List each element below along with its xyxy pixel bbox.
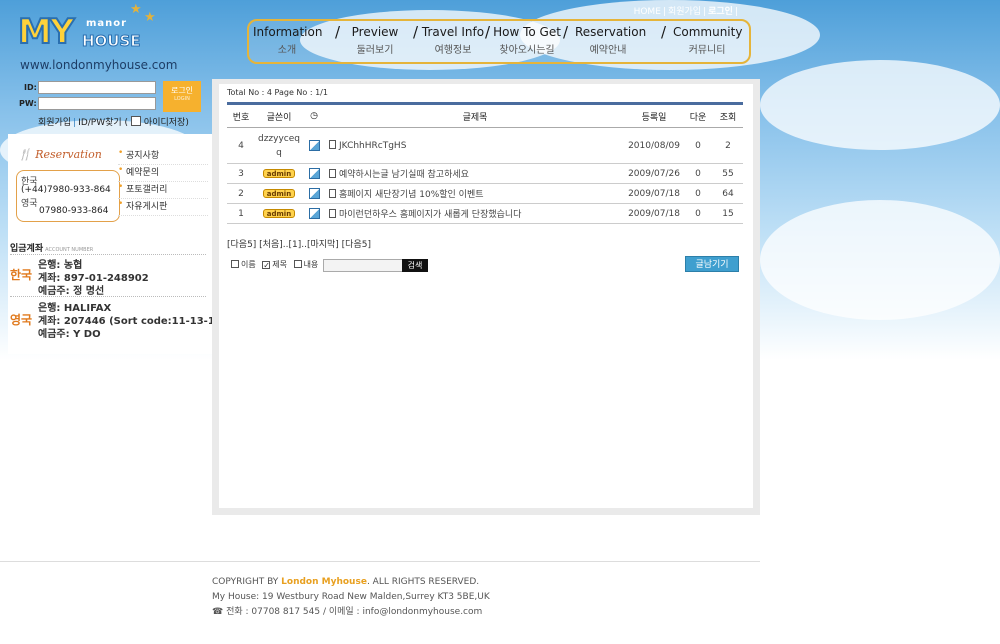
sidebar-item-freeboard[interactable]: 자유게시판	[118, 199, 208, 216]
join-link[interactable]: 회원가입	[38, 118, 71, 128]
bank-title: 입금계좌 ACCOUNT NUMBER	[10, 244, 94, 254]
login-top-link[interactable]: 로그인	[708, 7, 733, 17]
site-url: www.londonmyhouse.com	[20, 58, 178, 72]
nav-divider: /	[485, 23, 491, 41]
search-button[interactable]: 검색	[402, 259, 428, 272]
home-link[interactable]: HOME	[634, 7, 661, 17]
login-box: ID: PW: 로그인 LOGIN 회원가입 | ID/PW찾기 ( 아이디저장)	[8, 80, 208, 132]
document-icon	[329, 189, 336, 198]
nav-preview[interactable]: Preview 둘러보기	[345, 25, 405, 56]
nav-reservation[interactable]: Reservation 예약안내	[575, 25, 646, 56]
account-holder: 예금주: 정 명선	[38, 286, 105, 297]
document-icon	[329, 140, 336, 149]
col-file: ◷	[303, 103, 325, 128]
post-title[interactable]: 마이런던하우스 홈페이지가 새롭게 단장했습니다	[339, 210, 521, 220]
nav-divider: /	[661, 23, 667, 41]
admin-badge[interactable]: admin	[262, 168, 296, 178]
star-icon: ★	[144, 10, 156, 25]
post-title[interactable]: JKChhHRcTgHS	[339, 141, 406, 151]
nav-divider: /	[335, 23, 341, 41]
document-icon	[329, 209, 336, 218]
nav-divider: /	[413, 23, 419, 41]
reservation-icon: 🍴	[18, 148, 32, 161]
find-idpw-link[interactable]: ID/PW찾기	[78, 118, 122, 128]
copyright: COPYRIGHT BY London Myhouse. ALL RIGHTS …	[212, 577, 480, 587]
table-row[interactable]: 1 admin 마이런던하우스 홈페이지가 새롭게 단장했습니다 2009/07…	[227, 203, 743, 224]
writer-name[interactable]: dzzyyceqq	[255, 127, 303, 164]
divider	[10, 296, 206, 297]
account-country: 영국	[10, 313, 33, 327]
uk-phone: 07980-933-864	[39, 206, 109, 216]
table-header: 번호 글쓴이 ◷ 글제목 등록일 다운 조회	[227, 103, 743, 128]
id-input[interactable]	[38, 81, 156, 94]
search-options: 이름 ✓ 제목 내용	[231, 259, 318, 270]
korea-phone: (+44)7980-933-864	[21, 185, 111, 195]
sidebar-menu: 공지사항 예약문의 포토갤러리 자유게시판	[118, 148, 208, 216]
write-post-button[interactable]: 글남기기	[685, 256, 739, 272]
reservation-contact-box: 한국 (+44)7980-933-864 영국 07980-933-864	[16, 170, 120, 222]
table-row[interactable]: 3 admin 예약하시는글 남기실때 참고하세요 2009/07/26 0 5…	[227, 163, 743, 184]
search-name-checkbox[interactable]	[231, 260, 239, 268]
clock-icon: ◷	[310, 111, 318, 121]
reservation-title: 🍴 Reservation	[18, 148, 102, 161]
sidebar-item-notice[interactable]: 공지사항	[118, 148, 208, 165]
site-logo[interactable]: MY manor HOUSE ★ ★	[17, 2, 168, 62]
table-row[interactable]: 4 dzzyyceqq JKChhHRcTgHS 2010/08/09 0 2	[227, 127, 743, 164]
col-subject: 글제목	[325, 103, 625, 128]
search-subject-checkbox[interactable]: ✓	[262, 261, 271, 270]
sidebar-item-gallery[interactable]: 포토갤러리	[118, 182, 208, 199]
post-title[interactable]: 예약하시는글 남기실때 참고하세요	[339, 170, 469, 180]
login-links: 회원가입 | ID/PW찾기 ( 아이디저장)	[38, 116, 189, 128]
nav-information[interactable]: Information 소개	[253, 25, 322, 56]
file-icon[interactable]	[308, 187, 320, 199]
account-country: 한국	[10, 268, 33, 282]
uk-label: 영국	[21, 199, 38, 209]
address: My House: 19 Westbury Road New Malden,Su…	[212, 592, 490, 602]
top-links: HOME | 회원가입 | 로그인 |	[633, 7, 738, 17]
col-views: 조회	[713, 103, 743, 128]
file-icon[interactable]	[308, 167, 320, 179]
board-panel: Total No : 4 Page No : 1/1 번호 글쓴이 ◷ 글제목 …	[219, 84, 753, 508]
table-row[interactable]: 2 admin 홈페이지 새단장기념 10%할인 이벤트 2009/07/18 …	[227, 183, 743, 204]
main-nav: Information 소개 / Preview 둘러보기 / Travel I…	[247, 19, 751, 64]
file-icon[interactable]	[308, 139, 320, 151]
footer-divider	[0, 561, 760, 562]
logo-top-text: manor	[86, 18, 128, 29]
col-date: 등록일	[625, 103, 683, 128]
logo-sub-text: HOUSE	[82, 32, 142, 51]
join-top-link[interactable]: 회원가입	[668, 7, 701, 17]
logo-main-text: MY	[17, 11, 76, 53]
board-info: Total No : 4 Page No : 1/1	[227, 88, 328, 97]
col-down: 다운	[683, 103, 713, 128]
pw-input[interactable]	[38, 97, 156, 110]
nav-how-to-get[interactable]: How To Get 찾아오시는길	[493, 25, 561, 56]
admin-badge[interactable]: admin	[262, 188, 296, 198]
id-label: ID:	[24, 83, 37, 92]
file-icon[interactable]	[308, 207, 320, 219]
nav-travel-info[interactable]: Travel Info 여행정보	[421, 25, 485, 56]
board-table: 번호 글쓴이 ◷ 글제목 등록일 다운 조회 4 dzzyyceqq JKChh…	[227, 102, 743, 224]
document-icon	[329, 169, 336, 178]
pw-label: PW:	[19, 99, 37, 108]
nav-community[interactable]: Community 커뮤니티	[673, 25, 742, 56]
save-id-checkbox[interactable]	[130, 116, 141, 126]
footer: COPYRIGHT BY London Myhouse. ALL RIGHTS …	[212, 575, 490, 620]
account-holder: 예금주: Y DO	[38, 329, 101, 340]
star-icon: ★	[130, 2, 142, 17]
search-content-checkbox[interactable]	[293, 260, 302, 268]
divider	[10, 254, 206, 255]
admin-badge[interactable]: admin	[262, 208, 296, 218]
login-button[interactable]: 로그인 LOGIN	[163, 81, 201, 112]
contact: ☎ 전화 : 07708 817 545 / 이메일 : info@london…	[212, 607, 483, 617]
save-id-label: 아이디저장	[143, 118, 186, 128]
nav-divider: /	[563, 23, 569, 41]
col-number: 번호	[227, 103, 255, 128]
col-writer: 글쓴이	[255, 103, 303, 128]
post-title[interactable]: 홈페이지 새단장기념 10%할인 이벤트	[339, 190, 484, 200]
search-input[interactable]	[323, 259, 403, 272]
pagination[interactable]: [다음5] [처음]..[1]..[마지막] [다음5]	[227, 237, 371, 250]
sidebar-item-inquiry[interactable]: 예약문의	[118, 165, 208, 182]
